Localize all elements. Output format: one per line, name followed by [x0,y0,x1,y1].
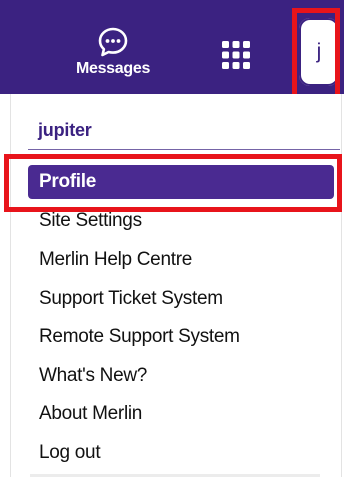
top-navigation-bar: Messages j [0,0,344,94]
menu-item-profile[interactable]: Profile [28,165,334,199]
apps-grid-button[interactable] [217,36,255,74]
user-avatar-button[interactable]: j [299,18,339,86]
messages-label: Messages [75,60,151,77]
user-dropdown-menu: jupiter Profile Site Settings Merlin Hel… [10,94,342,477]
menu-item-site-settings[interactable]: Site Settings [28,204,334,238]
menu-bottom-edge [30,474,320,477]
grid-apps-icon [222,41,250,69]
chat-bubble-icon [98,27,128,57]
menu-item-support-ticket-system[interactable]: Support Ticket System [28,282,334,316]
menu-divider [28,149,340,150]
menu-item-about-merlin[interactable]: About Merlin [28,397,334,431]
menu-username: jupiter [38,120,92,140]
menu-item-whats-new[interactable]: What's New? [28,359,334,393]
menu-item-log-out[interactable]: Log out [28,436,334,470]
menu-item-merlin-help-centre[interactable]: Merlin Help Centre [28,243,334,277]
menu-item-remote-support-system[interactable]: Remote Support System [28,320,334,354]
avatar-initial: j [316,40,322,63]
messages-button[interactable]: Messages [58,18,168,90]
